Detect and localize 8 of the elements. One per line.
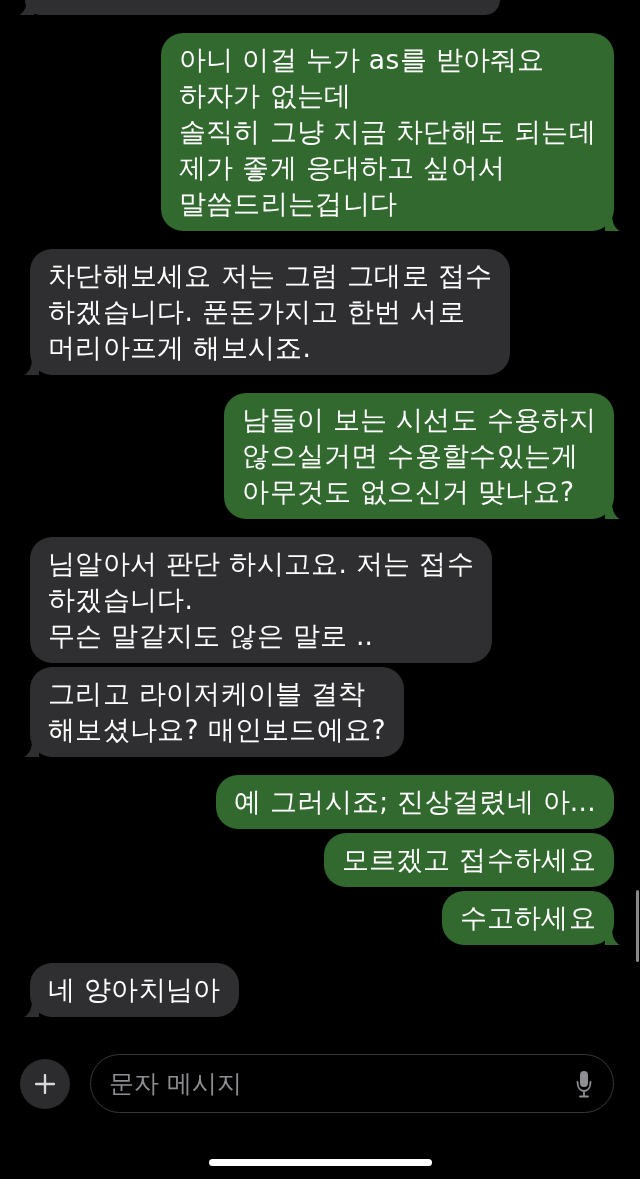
message-bubble: 님알아서 판단 하시고요. 저는 접수 하겠습니다. 무슨 말같지도 않은 말로 .. (30, 537, 492, 663)
scroll-indicator (636, 890, 639, 962)
plus-icon (35, 1073, 55, 1094)
message-input-field[interactable]: 문자 메시지 (90, 1054, 614, 1113)
message-bubble: 모르겠고 접수하세요 (323, 833, 614, 887)
microphone-icon[interactable] (576, 1070, 592, 1098)
add-button[interactable] (20, 1058, 70, 1109)
message-bubble: 예 그러시죠; 진상걸렸네 아... (216, 775, 614, 829)
